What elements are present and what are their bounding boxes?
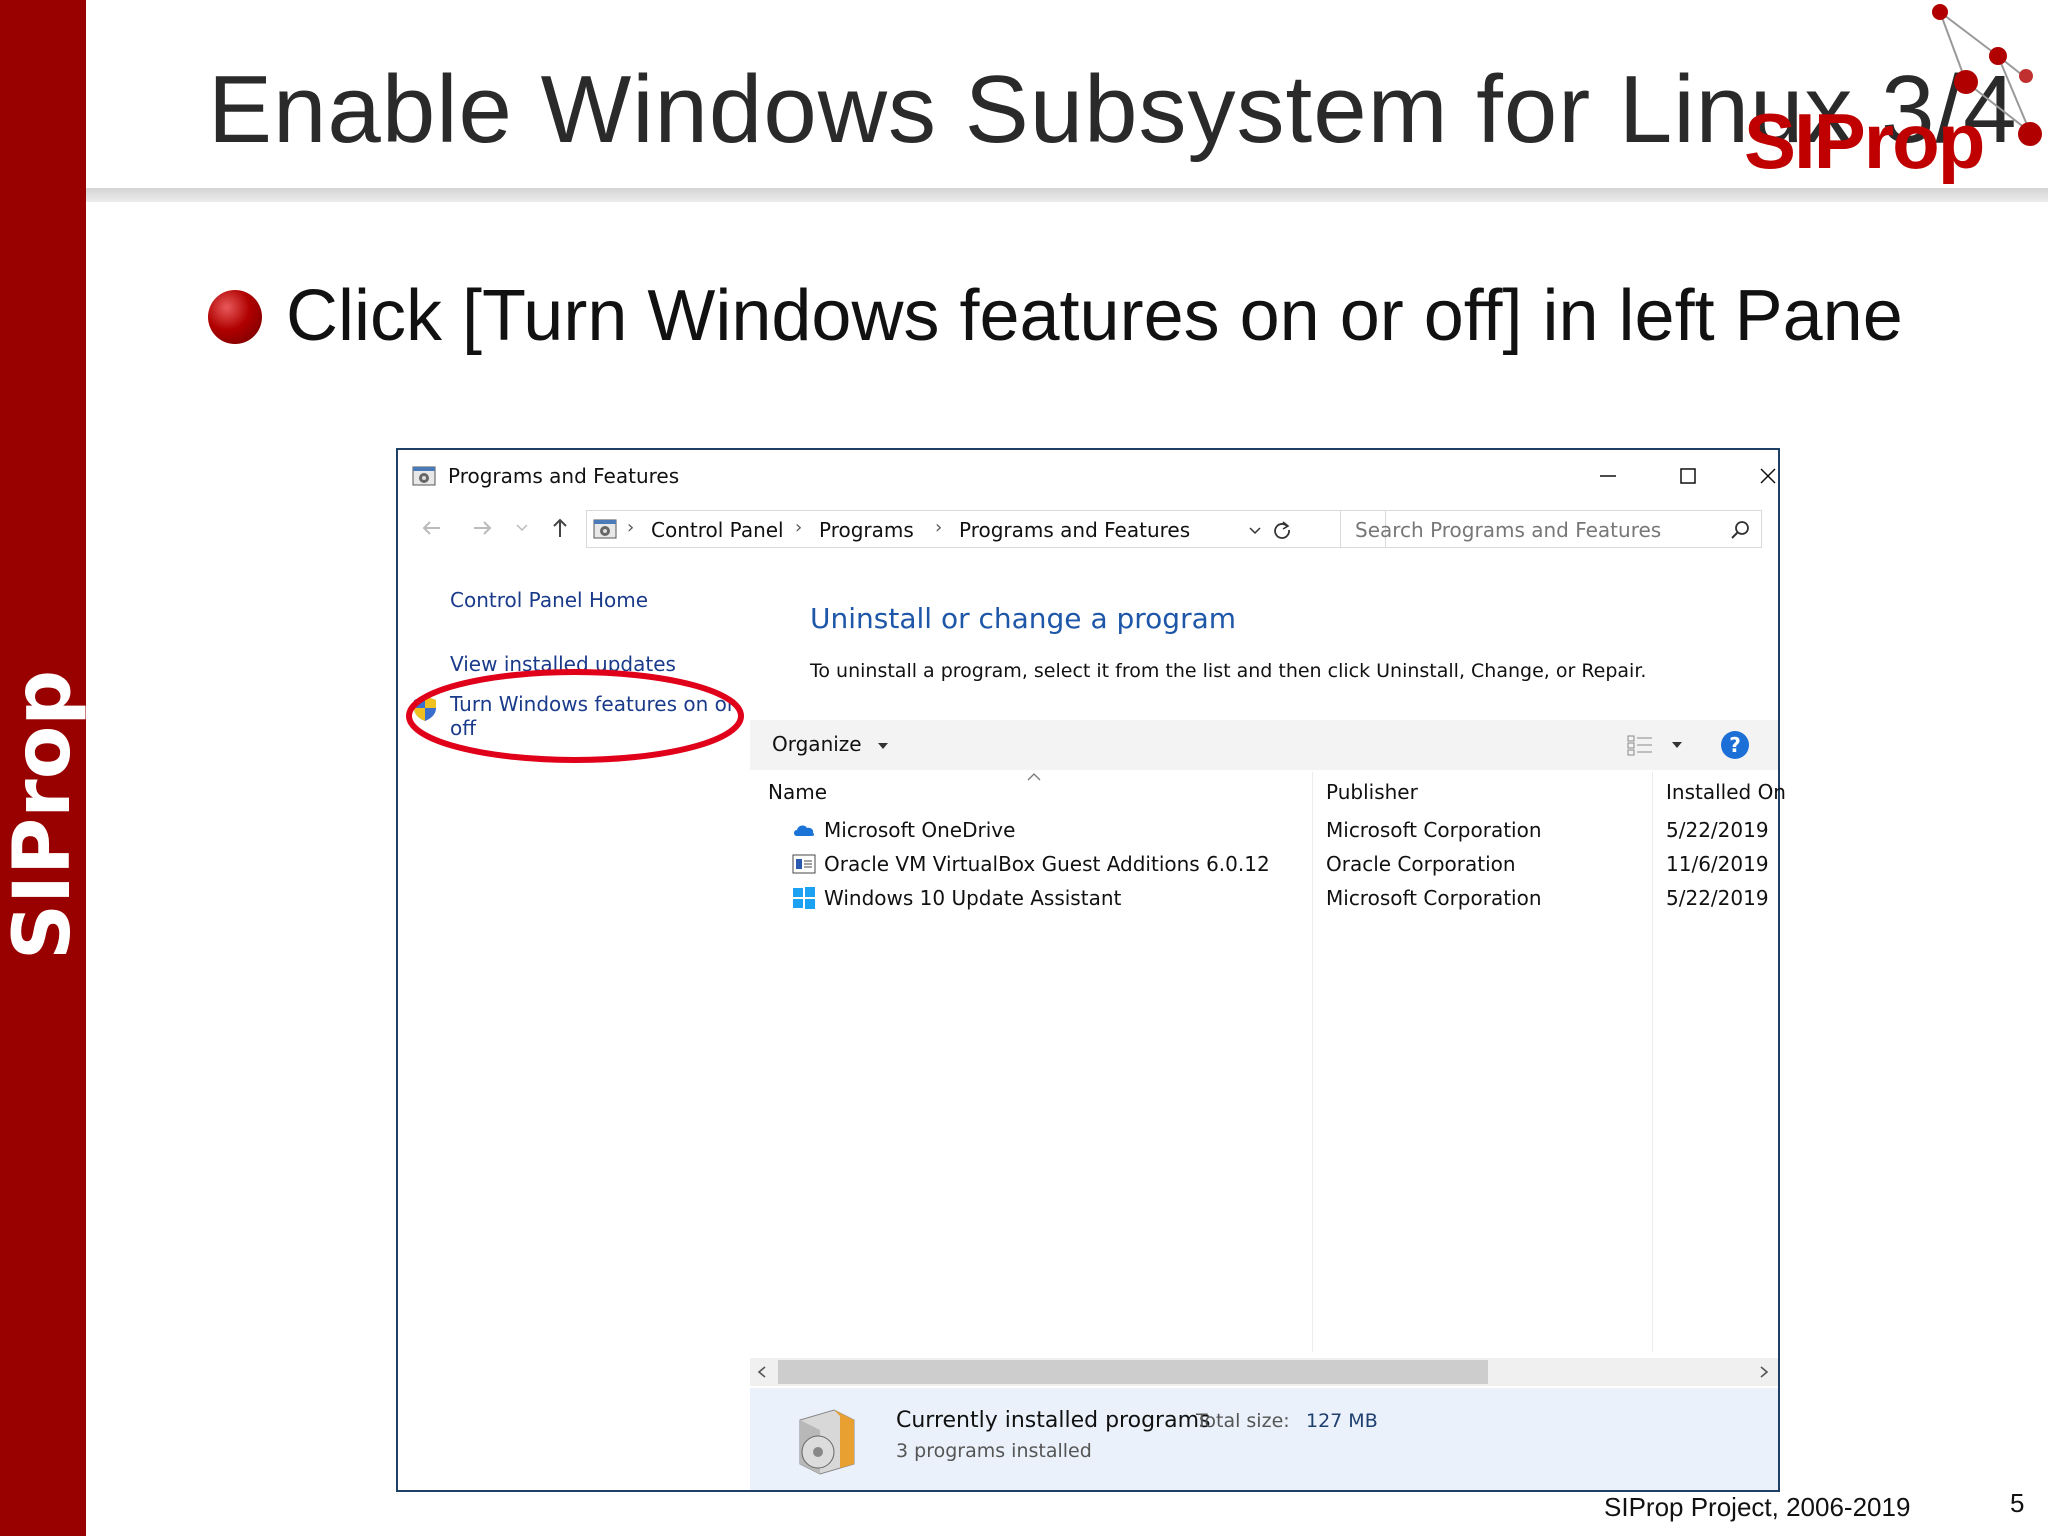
siprop-logo-text: SIProp — [1744, 97, 1985, 185]
refresh-icon[interactable] — [1271, 519, 1293, 541]
back-button[interactable] — [418, 514, 446, 542]
program-installed-on: 11/6/2019 — [1666, 852, 1769, 876]
control-panel-home-link[interactable]: Control Panel Home — [450, 588, 648, 612]
details-total-label: Total size: — [1196, 1410, 1290, 1432]
page-number: 5 — [2010, 1488, 2025, 1518]
arrow-left-icon — [422, 521, 440, 535]
page-heading: Uninstall or change a program — [810, 602, 1237, 635]
column-divider — [1312, 772, 1313, 1352]
scrollbar-thumb[interactable] — [778, 1360, 1488, 1384]
address-bar[interactable]: › Control Panel › Programs › Programs an… — [586, 510, 1386, 548]
breadcrumb-programs[interactable]: Programs — [819, 518, 914, 542]
column-header-publisher[interactable]: Publisher — [1326, 780, 1418, 804]
help-icon[interactable]: ? — [1720, 730, 1750, 760]
breadcrumb-separator: › — [627, 517, 635, 538]
svg-text:?: ? — [1729, 733, 1741, 757]
program-publisher: Microsoft Corporation — [1326, 886, 1542, 910]
column-header-installed-on[interactable]: Installed On — [1666, 780, 1786, 804]
forward-button[interactable] — [468, 514, 496, 542]
breadcrumb-separator: › — [795, 517, 803, 538]
page-description: To uninstall a program, select it from t… — [810, 660, 1647, 682]
view-options-icon[interactable] — [1626, 734, 1654, 756]
chevron-down-icon — [516, 524, 528, 532]
close-button[interactable] — [1740, 456, 1796, 496]
caret-down-icon[interactable] — [1670, 738, 1684, 752]
details-pane: Currently installed programs Total size:… — [750, 1388, 1778, 1490]
organize-label: Organize — [772, 732, 862, 756]
minimize-icon — [1600, 475, 1616, 477]
details-total-size: 127 MB — [1306, 1410, 1378, 1432]
details-title: Currently installed programs — [896, 1408, 1211, 1433]
recent-locations-button[interactable] — [508, 514, 536, 542]
program-name: Windows 10 Update Assistant — [824, 886, 1122, 910]
breadcrumb-separator: › — [935, 517, 943, 538]
window-titlebar[interactable]: Programs and Features — [398, 450, 1778, 502]
window-title: Programs and Features — [448, 464, 680, 488]
maximize-button[interactable] — [1660, 456, 1716, 496]
sort-ascending-icon — [1027, 773, 1041, 781]
sidebar-label: SIProp — [0, 669, 88, 961]
address-row: › Control Panel › Programs › Programs an… — [398, 506, 1778, 552]
command-toolbar: Organize ? — [750, 720, 1778, 770]
scroll-left-icon[interactable] — [756, 1365, 768, 1379]
program-installed-on: 5/22/2019 — [1666, 818, 1769, 842]
organize-button[interactable]: Organize — [772, 732, 890, 756]
maximize-icon — [1680, 468, 1696, 484]
chevron-down-icon[interactable] — [1247, 523, 1263, 539]
virtualbox-icon — [792, 854, 816, 874]
minimize-button[interactable] — [1580, 456, 1636, 496]
program-installed-on: 5/22/2019 — [1666, 886, 1769, 910]
bullet-dot — [208, 290, 262, 344]
search-placeholder: Search Programs and Features — [1355, 518, 1662, 542]
arrow-up-icon — [553, 518, 567, 537]
control-panel-icon — [593, 519, 617, 539]
caret-down-icon — [877, 742, 888, 749]
footer-copyright: SIProp Project, 2006-2019 — [1604, 1492, 1911, 1522]
column-divider — [1652, 772, 1653, 1352]
annotation-ellipse — [406, 669, 744, 763]
onedrive-icon — [794, 825, 815, 836]
bullet-text: Click [Turn Windows features on or off] … — [286, 276, 1903, 356]
program-name: Oracle VM VirtualBox Guest Additions 6.0… — [824, 852, 1270, 876]
horizontal-scrollbar[interactable] — [750, 1358, 1778, 1386]
search-input[interactable]: Search Programs and Features — [1340, 510, 1762, 548]
column-header-name[interactable]: Name — [768, 780, 827, 804]
windows-icon — [793, 887, 815, 909]
control-panel-icon — [412, 466, 436, 486]
breadcrumb-control-panel[interactable]: Control Panel — [651, 518, 784, 542]
program-publisher: Oracle Corporation — [1326, 852, 1516, 876]
programs-and-features-window: Programs and Features › Control Panel › … — [396, 448, 1786, 1492]
scroll-right-icon[interactable] — [1758, 1365, 1770, 1379]
slide-sidebar: SIProp — [0, 0, 88, 1536]
program-publisher: Microsoft Corporation — [1326, 818, 1542, 842]
search-icon[interactable] — [1729, 519, 1751, 541]
details-count: 3 programs installed — [896, 1440, 1092, 1462]
close-icon — [1760, 468, 1776, 484]
program-name: Microsoft OneDrive — [824, 818, 1016, 842]
title-rule — [86, 188, 2048, 202]
arrow-right-icon — [474, 521, 492, 535]
up-button[interactable] — [546, 514, 574, 542]
programs-box-icon — [799, 1409, 855, 1475]
breadcrumb-programs-and-features[interactable]: Programs and Features — [959, 518, 1190, 542]
